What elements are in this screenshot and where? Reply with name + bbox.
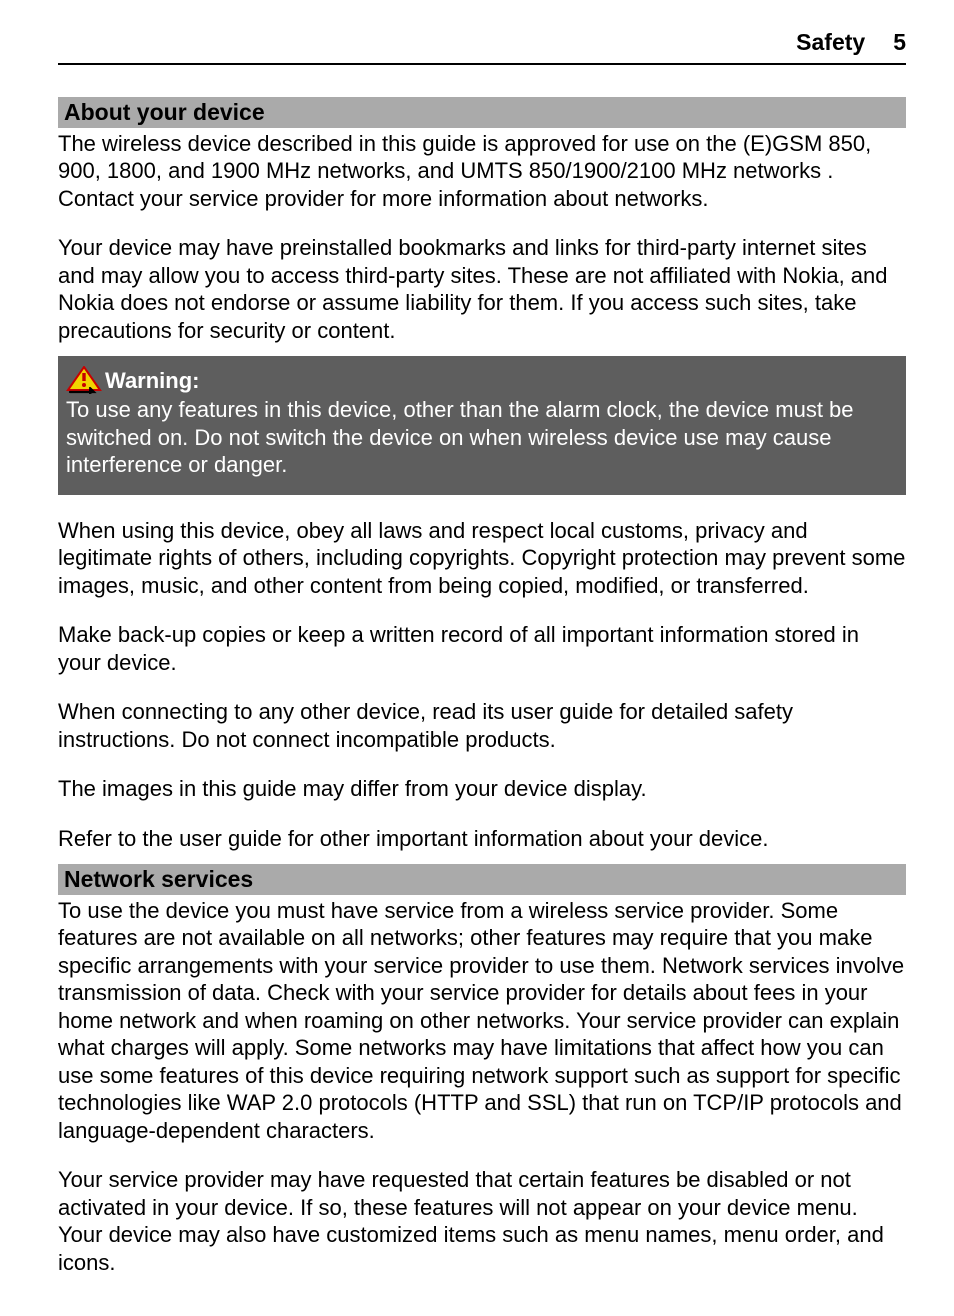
header-page-number: 5 bbox=[893, 28, 906, 57]
after-warning-content: When using this device, obey all laws an… bbox=[58, 517, 906, 853]
header-section-title: Safety bbox=[796, 28, 865, 57]
refer-guide-paragraph: Refer to the user guide for other import… bbox=[58, 825, 906, 853]
backup-paragraph: Make back-up copies or keep a written re… bbox=[58, 621, 906, 676]
about-paragraph-1: The wireless device described in this gu… bbox=[58, 130, 906, 213]
warning-icon bbox=[66, 366, 102, 394]
warning-label: Warning: bbox=[105, 367, 200, 395]
warning-box: Warning: To use any features in this dev… bbox=[58, 356, 906, 495]
connecting-paragraph: When connecting to any other device, rea… bbox=[58, 698, 906, 753]
section-header-about: About your device bbox=[58, 97, 906, 128]
about-paragraph-2: Your device may have preinstalled bookma… bbox=[58, 234, 906, 344]
network-paragraph-2: Your service provider may have requested… bbox=[58, 1166, 906, 1276]
about-content: The wireless device described in this gu… bbox=[58, 130, 906, 345]
page-header: Safety 5 bbox=[58, 28, 906, 65]
section-header-network: Network services bbox=[58, 864, 906, 895]
network-paragraph-1: To use the device you must have service … bbox=[58, 897, 906, 1145]
usage-laws-paragraph: When using this device, obey all laws an… bbox=[58, 517, 906, 600]
warning-header: Warning: bbox=[66, 366, 898, 394]
warning-text: To use any features in this device, othe… bbox=[66, 396, 898, 479]
network-content: To use the device you must have service … bbox=[58, 897, 906, 1277]
images-differ-paragraph: The images in this guide may differ from… bbox=[58, 775, 906, 803]
page-container: Safety 5 About your device The wireless … bbox=[0, 0, 954, 1316]
